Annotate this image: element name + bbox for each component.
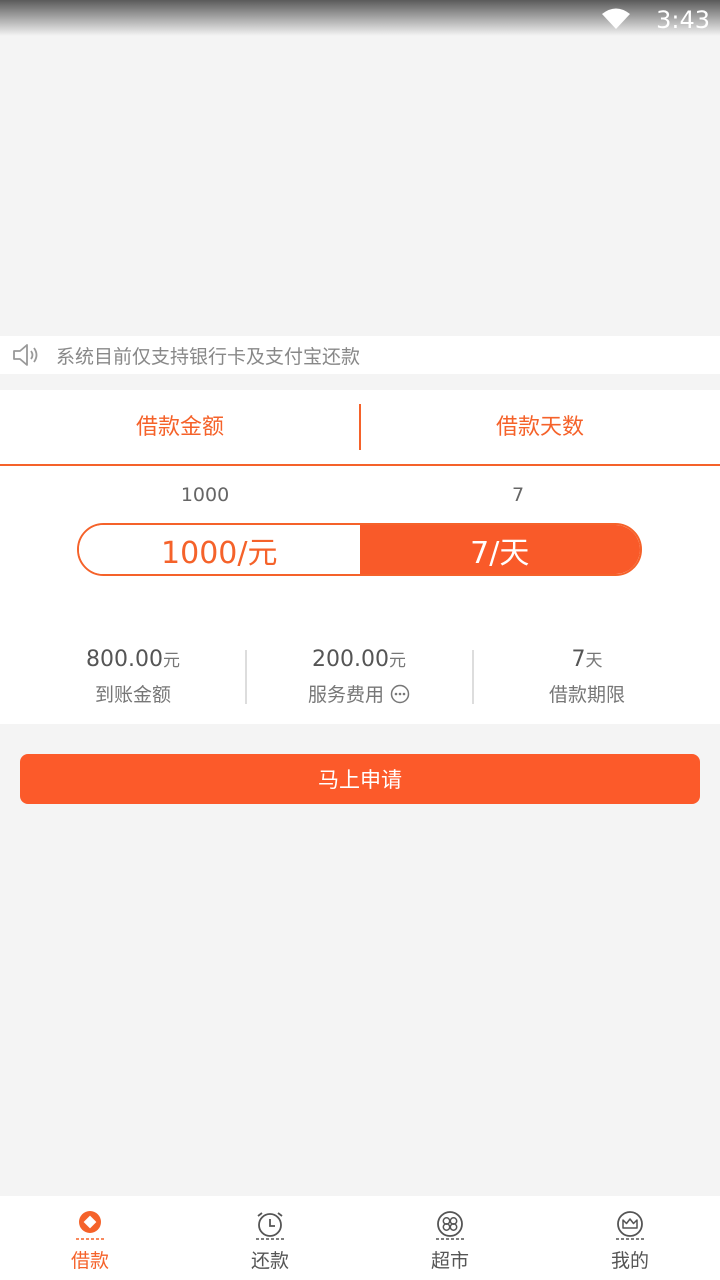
stat-unit: 元 [388, 651, 406, 671]
stat-service-fee: 200.00元 服务费用 [246, 646, 472, 707]
stat-unit: 天 [585, 651, 603, 671]
stat-received-amount: 800.00元 到账金额 [20, 646, 246, 707]
days-option[interactable]: 7/天 [359, 525, 640, 574]
bottom-nav: 借款 还款 超市 我的 [0, 1196, 720, 1280]
selected-amount: 1000 [180, 484, 230, 506]
tab-amount[interactable]: 借款金额 [0, 390, 360, 466]
nav-item-repay[interactable]: 还款 [180, 1196, 360, 1280]
stat-value: 800.00 [86, 647, 163, 672]
stat-label: 服务费用 [307, 684, 384, 706]
nav-label: 超市 [430, 1250, 469, 1272]
loan-icon [76, 1211, 104, 1240]
nav-label: 借款 [70, 1250, 109, 1272]
status-bar: 3:43 [0, 0, 720, 36]
speaker-icon [13, 344, 38, 366]
nav-label: 我的 [610, 1250, 649, 1272]
stat-unit: 元 [162, 651, 180, 671]
nav-item-market[interactable]: 超市 [360, 1196, 540, 1280]
more-info-icon[interactable] [390, 684, 410, 704]
loan-card: 借款金额 借款天数 1000 7 1000/元 7/天 800.00元 到账金额… [0, 390, 720, 724]
selected-days: 7 [511, 484, 525, 506]
tab-days[interactable]: 借款天数 [360, 390, 720, 466]
apply-now-button[interactable]: 马上申请 [20, 754, 700, 804]
stat-value: 200.00 [312, 647, 389, 672]
status-time: 3:43 [656, 6, 710, 34]
market-icon [436, 1211, 464, 1240]
alarm-clock-icon [256, 1212, 284, 1240]
nav-label: 还款 [250, 1250, 289, 1272]
amount-days-toggle: 1000/元 7/天 [77, 523, 642, 576]
loan-stats: 800.00元 到账金额 200.00元 服务费用 7天 借款期限 [0, 646, 720, 710]
nav-item-mine[interactable]: 我的 [540, 1196, 720, 1280]
stat-label: 到账金额 [94, 684, 171, 706]
loan-tabs: 借款金额 借款天数 [0, 390, 720, 466]
stat-value: 7 [571, 647, 586, 672]
notice-text: 系统目前仅支持银行卡及支付宝还款 [56, 345, 361, 368]
nav-item-loan[interactable]: 借款 [0, 1196, 180, 1280]
wifi-icon [602, 8, 630, 29]
crown-icon [616, 1211, 644, 1240]
amount-option[interactable]: 1000/元 [79, 525, 360, 574]
stat-loan-term: 7天 借款期限 [474, 646, 700, 707]
notice-bar: 系统目前仅支持银行卡及支付宝还款 [0, 336, 720, 374]
stat-label: 借款期限 [548, 684, 625, 706]
